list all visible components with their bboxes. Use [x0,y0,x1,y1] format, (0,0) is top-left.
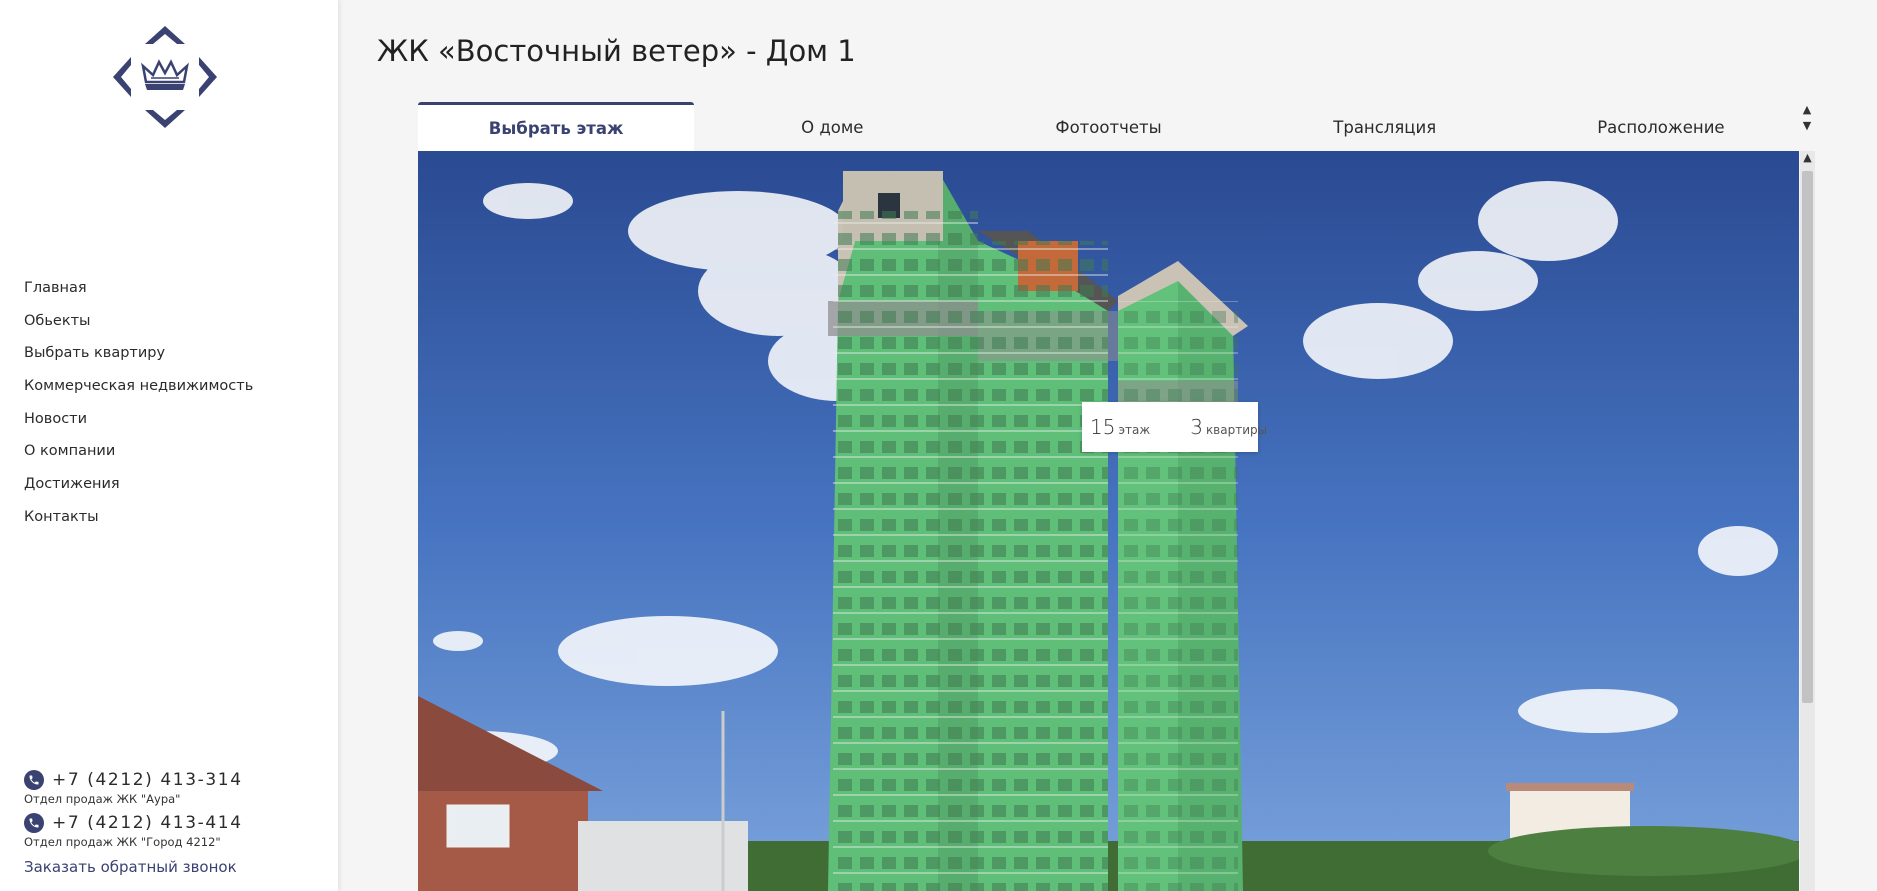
tab-location[interactable]: Расположение [1523,102,1799,151]
building-render [418,151,1799,891]
phone-number[interactable]: +7 (4212) 413-314 [52,770,243,790]
phone-icon [24,813,44,833]
nav-item-commercial[interactable]: Коммерческая недвижимость [24,376,253,409]
tab-about-house[interactable]: О доме [694,102,970,151]
page-scrollbar[interactable]: ▲ [1800,151,1815,891]
company-logo[interactable] [113,26,217,128]
nav-item-contacts[interactable]: Контакты [24,507,253,540]
contacts-block: +7 (4212) 413-314 Отдел продаж ЖК "Аура"… [24,770,243,856]
floor-unit: этаж [1118,423,1151,437]
sidebar: Главная Обьекты Выбрать квартиру Коммерч… [0,0,338,891]
nav-item-home[interactable]: Главная [24,278,253,311]
apartments-unit: квартиры [1205,423,1268,437]
callback-link[interactable]: Заказать обратный звонок [24,858,237,876]
phone-caption: Отдел продаж ЖК "Аура" [24,792,181,806]
phone-row[interactable]: +7 (4212) 413-414 [24,813,243,833]
page-title: ЖК «Восточный ветер» - Дом 1 [377,34,856,68]
scrollbar-thumb[interactable] [1802,171,1813,703]
phone-caption: Отдел продаж ЖК "Город 4212" [24,835,221,849]
phone-row[interactable]: +7 (4212) 413-314 [24,770,243,790]
apartments-number: 3 [1190,415,1203,439]
tab-choose-floor[interactable]: Выбрать этаж [418,102,695,151]
nav-item-achievements[interactable]: Достижения [24,474,253,507]
tab-photo-reports[interactable]: Фотоотчеты [970,102,1246,151]
phone-icon [24,770,44,790]
floor-tooltip: 15 этаж 3 квартиры [1082,402,1267,452]
tab-scroll-arrows: ▲ ▼ [1800,103,1814,135]
chevron-up-icon[interactable]: ▲ [1800,103,1814,119]
building-floor-selector[interactable] [418,151,1799,891]
chevron-down-icon[interactable]: ▼ [1800,119,1814,135]
nav-item-about[interactable]: О компании [24,441,253,474]
floor-number: 15 [1090,415,1116,439]
phone-number[interactable]: +7 (4212) 413-414 [52,813,243,833]
tab-bar: Выбрать этаж О доме Фотоотчеты Трансляци… [418,102,1799,151]
nav-item-news[interactable]: Новости [24,409,253,442]
nav-item-objects[interactable]: Обьекты [24,311,253,344]
nav-item-choose-apartment[interactable]: Выбрать квартиру [24,343,253,376]
tab-broadcast[interactable]: Трансляция [1247,102,1523,151]
chevron-up-icon[interactable]: ▲ [1800,151,1815,169]
main-nav: Главная Обьекты Выбрать квартиру Коммерч… [24,278,253,540]
